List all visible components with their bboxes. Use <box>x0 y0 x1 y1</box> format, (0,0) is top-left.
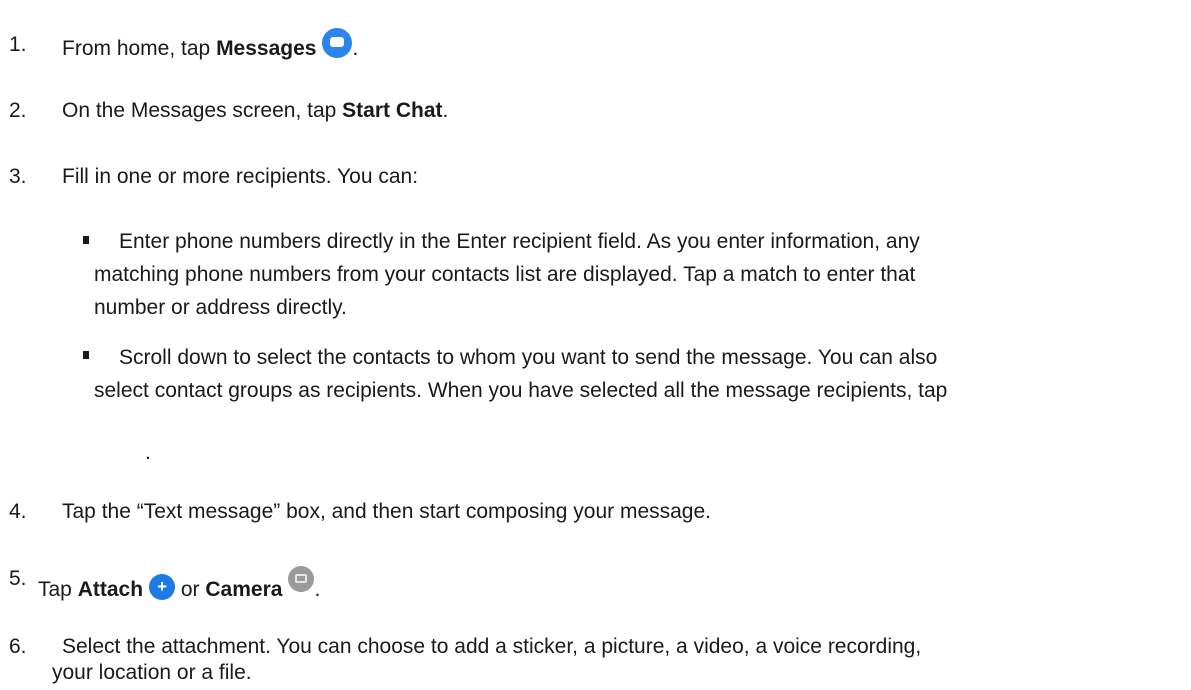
step-number: 4. <box>9 500 27 523</box>
step-number: 6. <box>9 635 27 658</box>
bullet-1-line-2: matching phone numbers from your contact… <box>94 263 916 286</box>
step-6-line-2: your location or a file. <box>52 661 252 684</box>
step-number: 1. <box>9 33 27 56</box>
step-text-line-1: Select the attachment. You can choose to… <box>62 635 922 658</box>
step-text: On the Messages screen, tap <box>62 99 343 122</box>
bullet-2-line-2: select contact groups as recipients. Whe… <box>94 379 948 402</box>
step-text: From home, tap <box>62 37 217 60</box>
bullet-2-line-1: Scroll down to select the contacts to wh… <box>119 346 938 369</box>
plus-icon: + <box>149 574 176 600</box>
start-chat-label: Start Chat <box>342 99 443 122</box>
bullet-marker <box>83 236 89 244</box>
camera-label: Camera <box>205 578 283 601</box>
bullet-marker <box>83 351 89 359</box>
step-number: 5. <box>9 567 27 590</box>
step-text: Fill in one or more recipients. You can: <box>62 165 419 188</box>
bullet-1-line-1: Enter phone numbers directly in the Ente… <box>119 230 920 253</box>
camera-icon <box>288 566 315 592</box>
attach-label: Attach <box>77 578 144 601</box>
bullet-1-line-3: number or address directly. <box>94 296 347 319</box>
messages-label: Messages <box>216 37 317 60</box>
step-number: 2. <box>9 99 27 122</box>
bullet-2-line-3: . <box>145 441 151 464</box>
step-number: 3. <box>9 165 27 188</box>
step-text: Tap the “Text message” box, and then sta… <box>62 500 712 523</box>
messages-icon <box>322 28 353 58</box>
